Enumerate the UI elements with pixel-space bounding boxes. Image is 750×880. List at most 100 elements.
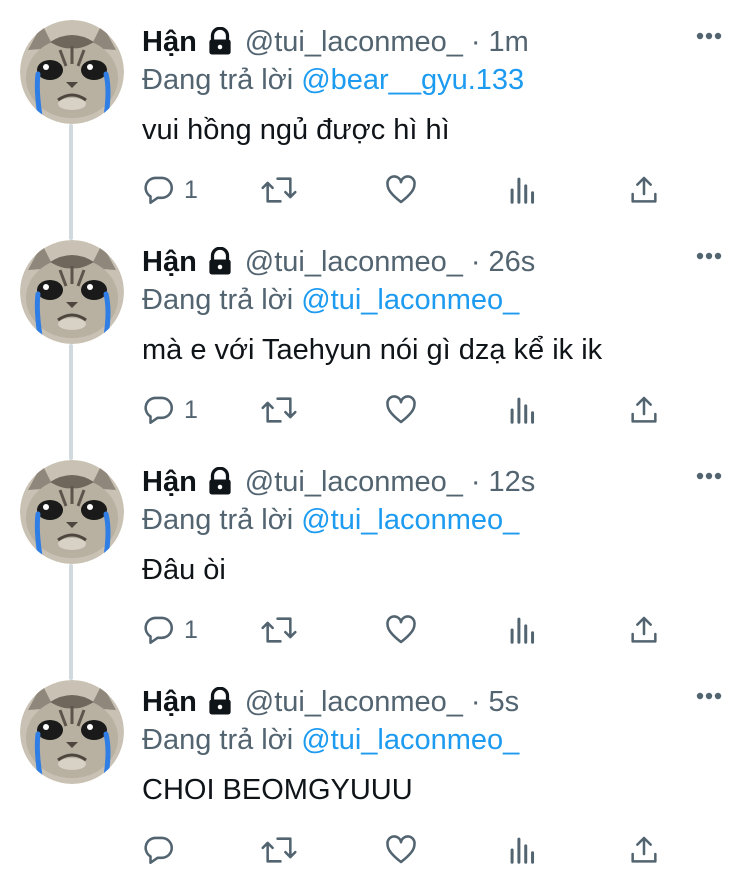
retweet-icon — [261, 177, 297, 203]
tweet-actions — [142, 828, 682, 872]
tweet-text: vui hồng ngủ được hì hì — [142, 114, 450, 146]
reply-mention-link[interactable]: @tui_laconmeo_ — [301, 284, 519, 316]
tweet-actions: 1 — [142, 168, 682, 212]
lock-icon — [209, 27, 231, 55]
reply-mention-link[interactable]: @bear__gyu.133 — [301, 64, 524, 96]
reply-mention-link[interactable]: @tui_laconmeo_ — [301, 724, 519, 756]
heart-icon — [386, 395, 416, 424]
share-icon — [631, 176, 657, 203]
share-button[interactable] — [628, 608, 660, 652]
replying-to-label: Đang trả lời — [142, 284, 294, 316]
share-button[interactable] — [628, 828, 660, 872]
tweet[interactable]: Hận @tui_laconmeo_ · 26s Đang trả lời @tu… — [0, 220, 750, 440]
cat-avatar-image — [20, 240, 124, 344]
tweet-actions: 1 — [142, 388, 682, 432]
user-handle[interactable]: @tui_laconmeo_ — [245, 462, 463, 502]
heart-icon — [386, 615, 416, 644]
like-button[interactable] — [384, 168, 418, 212]
retweet-button[interactable] — [260, 828, 298, 872]
analytics-button[interactable] — [508, 828, 538, 872]
tweet-actions: 1 — [142, 608, 682, 652]
tweet[interactable]: Hận @tui_laconmeo_ · 5s Đang trả lời @tui… — [0, 660, 750, 880]
tweet[interactable]: Hận @tui_laconmeo_ · 12s Đang trả lời @tu… — [0, 440, 750, 660]
user-handle[interactable]: @tui_laconmeo_ — [245, 682, 463, 722]
reply-icon — [144, 396, 174, 425]
user-handle[interactable]: @tui_laconmeo_ — [245, 22, 463, 62]
reply-button[interactable]: 1 — [142, 388, 198, 432]
retweet-button[interactable] — [260, 168, 298, 212]
analytics-icon — [510, 397, 535, 424]
replying-to-label: Đang trả lời — [142, 724, 294, 756]
reply-count: 1 — [184, 175, 198, 204]
avatar[interactable] — [20, 460, 124, 564]
analytics-icon — [510, 837, 535, 864]
share-icon — [631, 396, 657, 423]
reply-count: 1 — [184, 395, 198, 424]
display-name[interactable]: Hận — [142, 462, 197, 502]
retweet-icon — [261, 397, 297, 423]
retweet-icon — [261, 617, 297, 643]
display-name[interactable]: Hận — [142, 22, 197, 62]
share-button[interactable] — [628, 388, 660, 432]
avatar[interactable] — [20, 20, 124, 124]
reply-button[interactable] — [142, 828, 184, 872]
retweet-icon — [261, 837, 297, 863]
analytics-icon — [510, 177, 535, 204]
replying-to: Đang trả lời @tui_laconmeo_ — [142, 280, 519, 320]
retweet-button[interactable] — [260, 388, 298, 432]
like-button[interactable] — [384, 388, 418, 432]
cat-avatar-image — [20, 460, 124, 564]
avatar[interactable] — [20, 240, 124, 344]
replying-to-label: Đang trả lời — [142, 504, 294, 536]
replying-to: Đang trả lời @tui_laconmeo_ — [142, 720, 519, 760]
separator-dot: · — [470, 26, 481, 58]
retweet-button[interactable] — [260, 608, 298, 652]
more-icon[interactable] — [696, 472, 722, 480]
timestamp[interactable]: 5s — [489, 682, 520, 722]
tweet-text: CHOI BEOMGYUUU — [142, 774, 413, 806]
lock-icon — [209, 247, 231, 275]
tweet-header: Hận @tui_laconmeo_ · 1m — [142, 22, 529, 62]
replying-to-label: Đang trả lời — [142, 64, 294, 96]
timestamp[interactable]: 26s — [489, 242, 536, 282]
like-button[interactable] — [384, 828, 418, 872]
analytics-button[interactable] — [508, 168, 538, 212]
analytics-button[interactable] — [508, 388, 538, 432]
heart-icon — [386, 175, 416, 204]
cat-avatar-image — [20, 680, 124, 784]
share-button[interactable] — [628, 168, 660, 212]
tweet-thread: Hận @tui_laconmeo_ · 1m Đang trả lời @bea… — [0, 0, 750, 869]
reply-icon — [144, 616, 174, 645]
reply-icon — [144, 176, 174, 205]
timestamp[interactable]: 1m — [489, 22, 529, 62]
separator-dot: · — [470, 466, 481, 498]
analytics-button[interactable] — [508, 608, 538, 652]
lock-icon — [209, 467, 231, 495]
reply-icon — [144, 836, 174, 865]
avatar[interactable] — [20, 680, 124, 784]
tweet-header: Hận @tui_laconmeo_ · 12s — [142, 462, 535, 502]
more-icon[interactable] — [696, 252, 722, 260]
like-button[interactable] — [384, 608, 418, 652]
tweet-text: Đâu òi — [142, 554, 226, 586]
reply-mention-link[interactable]: @tui_laconmeo_ — [301, 504, 519, 536]
timestamp[interactable]: 12s — [489, 462, 536, 502]
display-name[interactable]: Hận — [142, 242, 197, 282]
reply-button[interactable]: 1 — [142, 608, 198, 652]
lock-icon — [209, 687, 231, 715]
display-name[interactable]: Hận — [142, 682, 197, 722]
replying-to: Đang trả lời @bear__gyu.133 — [142, 60, 524, 100]
analytics-icon — [510, 617, 535, 644]
user-handle[interactable]: @tui_laconmeo_ — [245, 242, 463, 282]
share-icon — [631, 616, 657, 643]
heart-icon — [386, 835, 416, 864]
reply-button[interactable]: 1 — [142, 168, 198, 212]
cat-avatar-image — [20, 20, 124, 124]
share-icon — [631, 836, 657, 863]
tweet-header: Hận @tui_laconmeo_ · 26s — [142, 242, 535, 282]
more-icon[interactable] — [696, 692, 722, 700]
separator-dot: · — [470, 246, 481, 278]
replying-to: Đang trả lời @tui_laconmeo_ — [142, 500, 519, 540]
tweet[interactable]: Hận @tui_laconmeo_ · 1m Đang trả lời @bea… — [0, 0, 750, 220]
more-icon[interactable] — [696, 32, 722, 40]
